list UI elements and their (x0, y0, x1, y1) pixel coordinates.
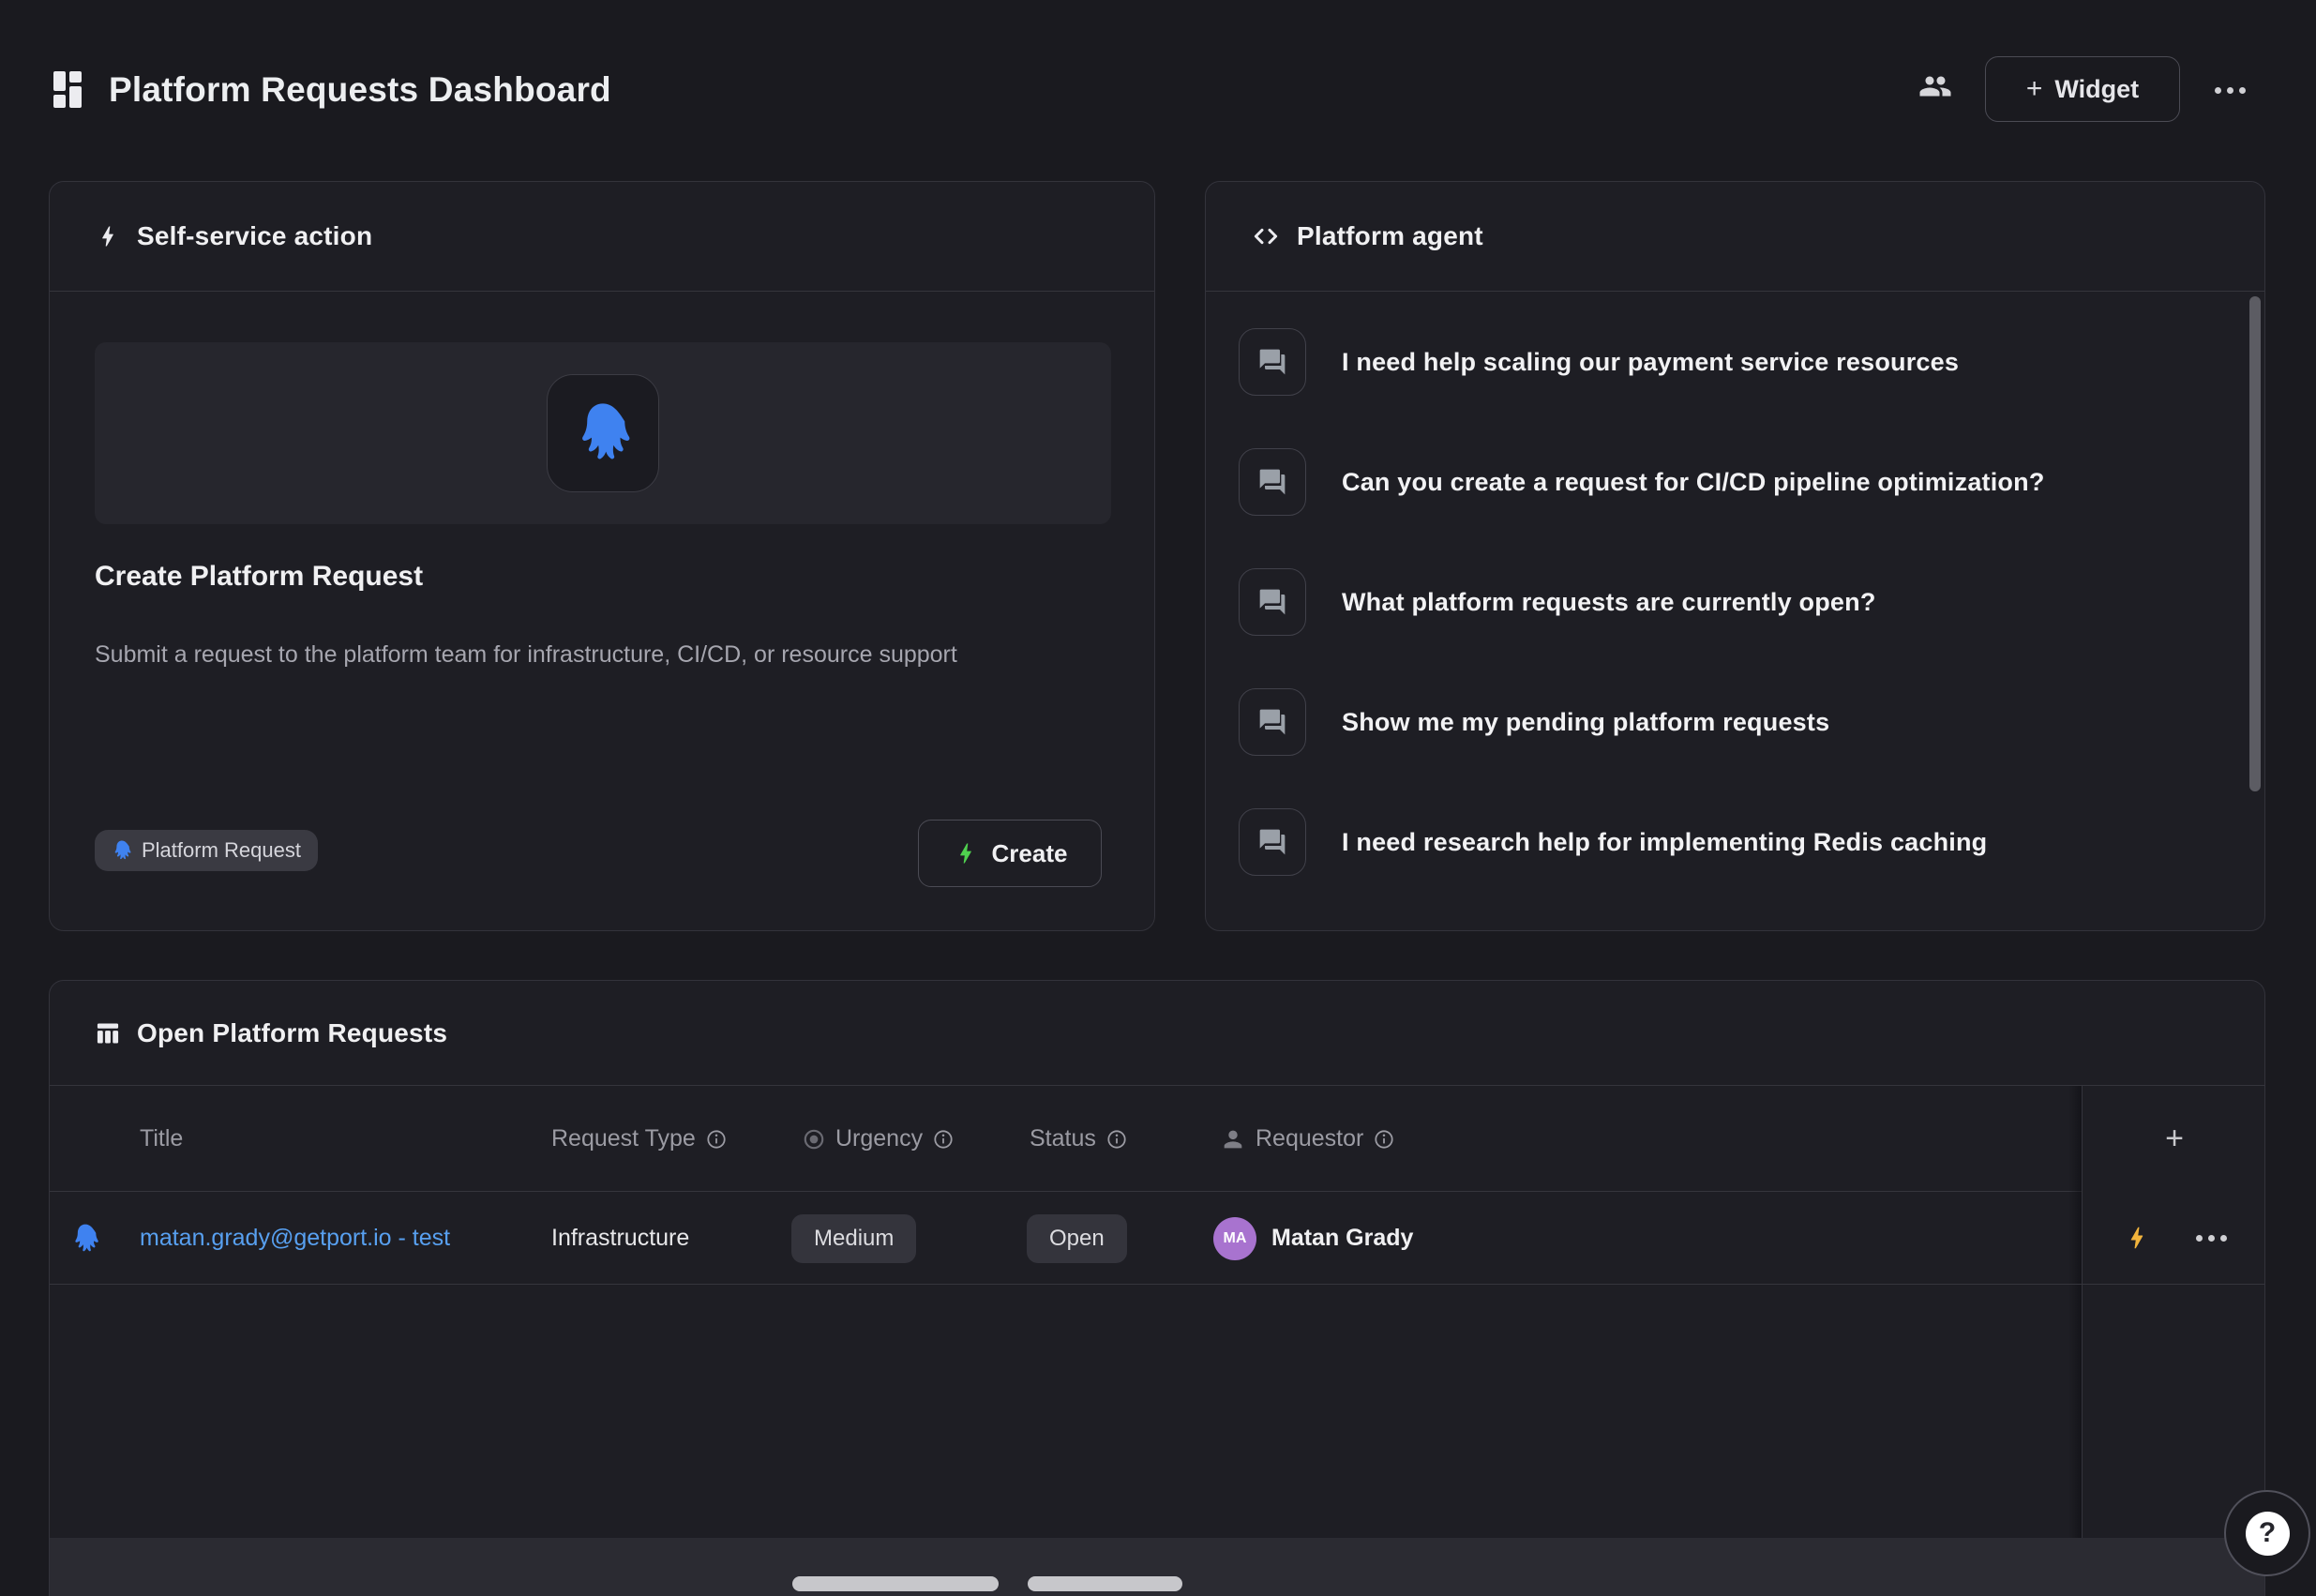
requestor-avatar: MA (1213, 1217, 1256, 1260)
dashboard-icon (53, 71, 82, 108)
column-header-title[interactable]: Title (140, 1086, 183, 1192)
column-request-type-label: Request Type (551, 1125, 696, 1152)
info-icon (932, 1128, 955, 1151)
chat-bubble-icon (1239, 808, 1306, 876)
chat-bubble-icon (1239, 568, 1306, 636)
question-mark-icon: ? (2246, 1512, 2290, 1556)
table-row[interactable]: matan.grady@getport.io - test Infrastruc… (50, 1192, 2082, 1285)
column-header-status[interactable]: Status (1030, 1086, 1128, 1192)
people-icon (1918, 69, 1952, 103)
column-urgency-label: Urgency (835, 1125, 923, 1152)
row-urgency-cell: Medium (791, 1192, 916, 1285)
octopus-row-icon (70, 1222, 100, 1256)
help-button[interactable]: ? (2224, 1490, 2310, 1576)
add-widget-label: Widget (2054, 75, 2139, 104)
person-icon (1220, 1126, 1246, 1152)
agent-suggestion-label: Show me my pending platform requests (1342, 708, 1829, 737)
horizontal-scrollbar-thumb[interactable] (792, 1576, 999, 1591)
code-icon (1251, 221, 1281, 251)
octopus-badge-icon (112, 839, 132, 862)
action-banner (95, 342, 1111, 524)
info-icon (1105, 1128, 1128, 1151)
more-options-icon (2215, 87, 2246, 94)
column-header-request-type[interactable]: Request Type (551, 1086, 728, 1192)
row-request-type-value: Infrastructure (551, 1225, 689, 1252)
platform-agent-card: Platform agent I need help scaling our p… (1205, 181, 2265, 931)
self-service-card-header: Self-service action (50, 182, 1154, 292)
chat-bubble-icon (1239, 448, 1306, 516)
urgency-chip: Medium (791, 1214, 916, 1263)
self-service-action-card: Self-service action Create Platform Requ… (49, 181, 1155, 931)
agent-suggestion-item[interactable]: Can you create a request for CI/CD pipel… (1239, 448, 2227, 516)
row-request-type-cell: Infrastructure (551, 1192, 689, 1285)
horizontal-scrollbar-thumb[interactable] (1028, 1576, 1182, 1591)
platform-request-badge: Platform Request (95, 830, 318, 871)
info-icon (1373, 1128, 1395, 1151)
table-card-title: Open Platform Requests (137, 1018, 447, 1048)
agent-suggestion-label: Can you create a request for CI/CD pipel… (1342, 468, 2045, 497)
open-platform-requests-card: Open Platform Requests Title Request Typ… (49, 980, 2265, 1596)
column-status-label: Status (1030, 1125, 1096, 1152)
pinned-column-shadow (2068, 1086, 2082, 1596)
row-actions-cell (2083, 1192, 2265, 1285)
row-more-options-button[interactable] (2196, 1235, 2227, 1242)
dashboard-page: Platform Requests Dashboard + Widget Sel… (0, 0, 2316, 1596)
action-logo-tile (547, 374, 659, 492)
agent-suggestion-item[interactable]: What platform requests are currently ope… (1239, 568, 2227, 636)
agent-suggestion-label: What platform requests are currently ope… (1342, 588, 1876, 617)
table-scrollbar-track (50, 1538, 2265, 1596)
status-chip: Open (1027, 1214, 1127, 1263)
column-header-requestor[interactable]: Requestor (1220, 1086, 1395, 1192)
action-title: Create Platform Request (95, 561, 423, 593)
info-icon (705, 1128, 728, 1151)
platform-agent-title: Platform agent (1297, 221, 1483, 251)
row-status-cell: Open (1027, 1192, 1127, 1285)
octopus-logo-icon (572, 397, 634, 470)
table-card-header: Open Platform Requests (50, 981, 2264, 1086)
page-more-options-button[interactable] (2203, 69, 2256, 111)
lightning-green-icon (953, 840, 979, 866)
row-title-link[interactable]: matan.grady@getport.io - test (140, 1225, 450, 1252)
agent-suggestions-list: I need help scaling our payment service … (1206, 292, 2264, 930)
share-users-button[interactable] (1915, 66, 1956, 107)
chat-bubble-icon (1239, 328, 1306, 396)
action-description: Submit a request to the platform team fo… (95, 634, 1018, 675)
agent-suggestion-item[interactable]: I need research help for implementing Re… (1239, 808, 2227, 876)
create-button-label: Create (992, 839, 1068, 868)
plus-icon: + (2026, 75, 2043, 103)
row-run-action-button[interactable] (2123, 1224, 2151, 1252)
platform-request-badge-label: Platform Request (142, 838, 301, 863)
column-title-label: Title (140, 1125, 183, 1152)
platform-agent-card-header: Platform agent (1206, 182, 2264, 292)
agent-suggestion-item[interactable]: I need help scaling our payment service … (1239, 328, 2227, 396)
column-requestor-label: Requestor (1256, 1125, 1363, 1152)
table-icon (95, 1020, 121, 1046)
agent-suggestion-label: I need help scaling our payment service … (1342, 348, 1959, 377)
plus-icon: + (2165, 1121, 2184, 1157)
agent-list-scrollbar[interactable] (2249, 296, 2261, 791)
page-title: Platform Requests Dashboard (109, 69, 611, 111)
column-header-urgency[interactable]: Urgency (802, 1086, 955, 1192)
create-button[interactable]: Create (918, 820, 1102, 887)
add-widget-button[interactable]: + Widget (1985, 56, 2180, 122)
row-requestor-cell: MA Matan Grady (1213, 1192, 1413, 1285)
requestor-name: Matan Grady (1271, 1225, 1413, 1252)
self-service-card-title: Self-service action (137, 221, 372, 251)
row-entity-icon-cell (70, 1192, 100, 1285)
row-title-cell: matan.grady@getport.io - test (140, 1192, 450, 1285)
agent-suggestion-item[interactable]: Show me my pending platform requests (1239, 688, 2227, 756)
agent-suggestion-label: I need research help for implementing Re… (1342, 828, 1987, 857)
radio-icon (802, 1127, 826, 1152)
table-header-row: Title Request Type Urgency Status (50, 1086, 2082, 1192)
add-column-button[interactable]: + (2083, 1086, 2265, 1192)
lightning-icon (95, 223, 121, 249)
chat-bubble-icon (1239, 688, 1306, 756)
